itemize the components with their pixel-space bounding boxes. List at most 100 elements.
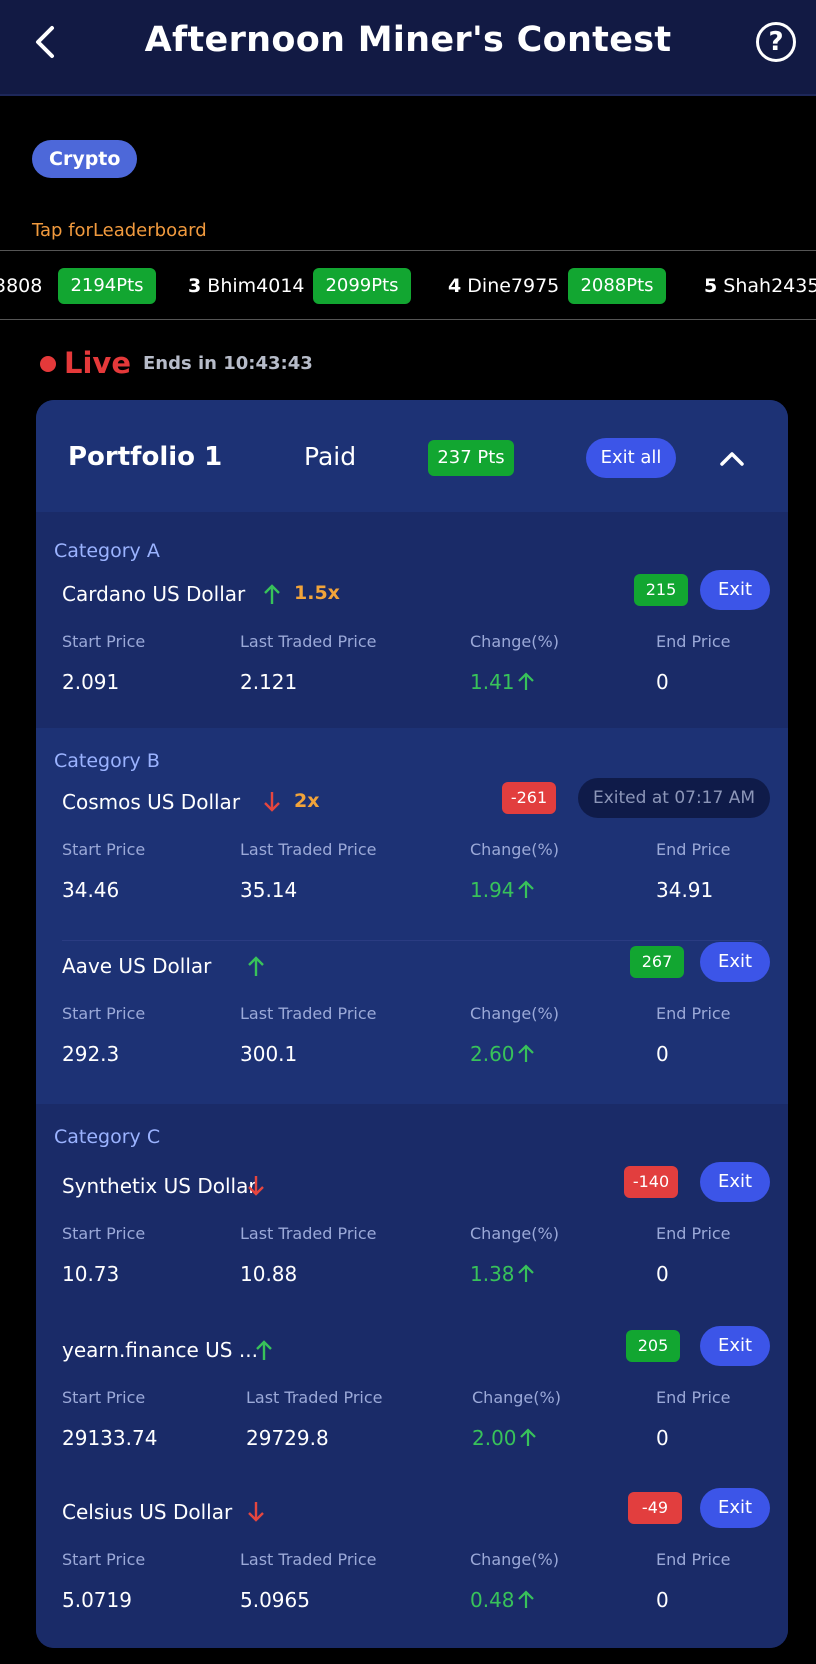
- asset-name: Cosmos US Dollar: [62, 790, 241, 814]
- arrow-up-icon: [517, 1264, 534, 1282]
- last-traded-price-label: Last Traded Price: [240, 1224, 377, 1243]
- portfolio-points-badge: 237 Pts: [428, 440, 514, 476]
- trend-down-icon: [248, 1176, 264, 1196]
- leaderboard-points-badge: 2194Pts: [58, 268, 156, 304]
- exited-status-pill: Exited at 07:17 AM: [578, 778, 770, 818]
- end-price-value: 0: [656, 1426, 669, 1450]
- leaderboard-entry-name: 3808: [0, 275, 43, 297]
- leaderboard-link[interactable]: Tap forLeaderboard: [32, 220, 207, 241]
- leaderboard-entry-name: 4 Dine7975: [448, 275, 560, 297]
- asset-points-badge: -140: [624, 1166, 678, 1198]
- last-traded-price-value: 29729.8: [246, 1426, 329, 1450]
- start-price-label: Start Price: [62, 840, 146, 859]
- end-price-label: End Price: [656, 632, 731, 651]
- change-label: Change(%): [470, 840, 559, 859]
- change-value: 2.60: [470, 1042, 535, 1066]
- last-traded-price-value: 2.121: [240, 670, 298, 694]
- last-traded-price-value: 10.88: [240, 1262, 298, 1286]
- last-traded-price-label: Last Traded Price: [240, 1004, 377, 1023]
- help-icon[interactable]: ?: [756, 22, 796, 62]
- asset-name: Celsius US Dollar: [62, 1500, 233, 1524]
- end-price-value: 0: [656, 1262, 669, 1286]
- multiplier-badge: 2x: [294, 790, 320, 812]
- last-traded-price-value: 300.1: [240, 1042, 298, 1066]
- leaderboard-points-badge: 2088Pts: [568, 268, 666, 304]
- asset-points-badge: -49: [628, 1492, 682, 1524]
- arrow-up-icon: [519, 1428, 536, 1446]
- top-bar: Afternoon Miner's Contest ?: [0, 0, 816, 96]
- start-price-label: Start Price: [62, 632, 146, 651]
- start-price-value: 292.3: [62, 1042, 120, 1066]
- trend-up-icon: [264, 584, 280, 604]
- arrow-up-icon: [517, 1044, 534, 1062]
- change-value: 1.41: [470, 670, 535, 694]
- asset-row: Aave US Dollar 267 Exit Start Price Last…: [36, 940, 788, 1100]
- last-traded-price-label: Last Traded Price: [246, 1388, 383, 1407]
- asset-name: Cardano US Dollar: [62, 582, 246, 606]
- change-value: 1.94: [470, 878, 535, 902]
- portfolio-header: Portfolio 1 Paid 237 Pts Exit all: [36, 400, 788, 512]
- last-traded-price-value: 5.0965: [240, 1588, 310, 1612]
- leaderboard-points-badge: 2099Pts: [313, 268, 411, 304]
- portfolio-card: Portfolio 1 Paid 237 Pts Exit all Catego…: [36, 400, 788, 1648]
- category-section-c: Category C Synthetix US Dollar -140 Exit…: [36, 1104, 788, 1648]
- end-price-label: End Price: [656, 1224, 731, 1243]
- asset-points-badge: -261: [502, 782, 556, 814]
- exit-button[interactable]: Exit: [700, 942, 770, 982]
- start-price-value: 34.46: [62, 878, 120, 902]
- asset-row: yearn.finance US ... 205 Exit Start Pric…: [36, 1324, 788, 1484]
- asset-row: Celsius US Dollar -49 Exit Start Price L…: [36, 1486, 788, 1646]
- category-chip-crypto[interactable]: Crypto: [32, 140, 138, 178]
- last-traded-price-label: Last Traded Price: [240, 1550, 377, 1569]
- end-price-label: End Price: [656, 1388, 731, 1407]
- exit-button[interactable]: Exit: [700, 1488, 770, 1528]
- change-label: Change(%): [470, 632, 559, 651]
- end-price-label: End Price: [656, 840, 731, 859]
- category-section-b: Category B Cosmos US Dollar 2x -261 Exit…: [36, 728, 788, 1104]
- end-price-value: 0: [656, 1042, 669, 1066]
- start-price-label: Start Price: [62, 1224, 146, 1243]
- change-label: Change(%): [470, 1004, 559, 1023]
- asset-row: Synthetix US Dollar -140 Exit Start Pric…: [36, 1160, 788, 1320]
- end-price-label: End Price: [656, 1550, 731, 1569]
- change-value: 0.48: [470, 1588, 535, 1612]
- asset-name: Synthetix US Dollar: [62, 1174, 257, 1198]
- end-price-value: 0: [656, 670, 669, 694]
- exit-button[interactable]: Exit: [700, 570, 770, 610]
- end-price-label: End Price: [656, 1004, 731, 1023]
- live-indicator-dot: [40, 356, 56, 372]
- arrow-up-icon: [517, 880, 534, 898]
- arrow-up-icon: [517, 672, 534, 690]
- asset-points-badge: 267: [630, 946, 684, 978]
- start-price-label: Start Price: [62, 1388, 146, 1407]
- category-title: Category B: [54, 750, 160, 772]
- exit-all-button[interactable]: Exit all: [586, 438, 676, 478]
- row-divider: [62, 940, 762, 941]
- category-section-a: Category A Cardano US Dollar 1.5x 215 Ex…: [36, 512, 788, 728]
- asset-name: Aave US Dollar: [62, 954, 212, 978]
- portfolio-name: Portfolio 1: [68, 442, 223, 472]
- last-traded-price-label: Last Traded Price: [240, 840, 377, 859]
- exit-button[interactable]: Exit: [700, 1326, 770, 1366]
- end-price-value: 0: [656, 1588, 669, 1612]
- chevron-up-icon[interactable]: [716, 442, 748, 474]
- multiplier-badge: 1.5x: [294, 582, 340, 604]
- change-value: 1.38: [470, 1262, 535, 1286]
- change-value: 2.00: [472, 1426, 537, 1450]
- leaderboard-ticker[interactable]: 3808 2194Pts 3 Bhim4014 2099Pts 4 Dine79…: [0, 250, 816, 320]
- live-label: Live: [64, 346, 131, 380]
- page-title: Afternoon Miner's Contest: [144, 20, 672, 60]
- start-price-value: 2.091: [62, 670, 120, 694]
- trend-up-icon: [256, 1340, 272, 1360]
- last-traded-price-value: 35.14: [240, 878, 298, 902]
- end-price-value: 34.91: [656, 878, 714, 902]
- category-title: Category A: [54, 540, 160, 562]
- start-price-value: 10.73: [62, 1262, 120, 1286]
- start-price-value: 29133.74: [62, 1426, 158, 1450]
- change-label: Change(%): [470, 1224, 559, 1243]
- asset-row: Cardano US Dollar 1.5x 215 Exit Start Pr…: [36, 568, 788, 728]
- exit-button[interactable]: Exit: [700, 1162, 770, 1202]
- category-title: Category C: [54, 1126, 161, 1148]
- start-price-label: Start Price: [62, 1004, 146, 1023]
- start-price-value: 5.0719: [62, 1588, 132, 1612]
